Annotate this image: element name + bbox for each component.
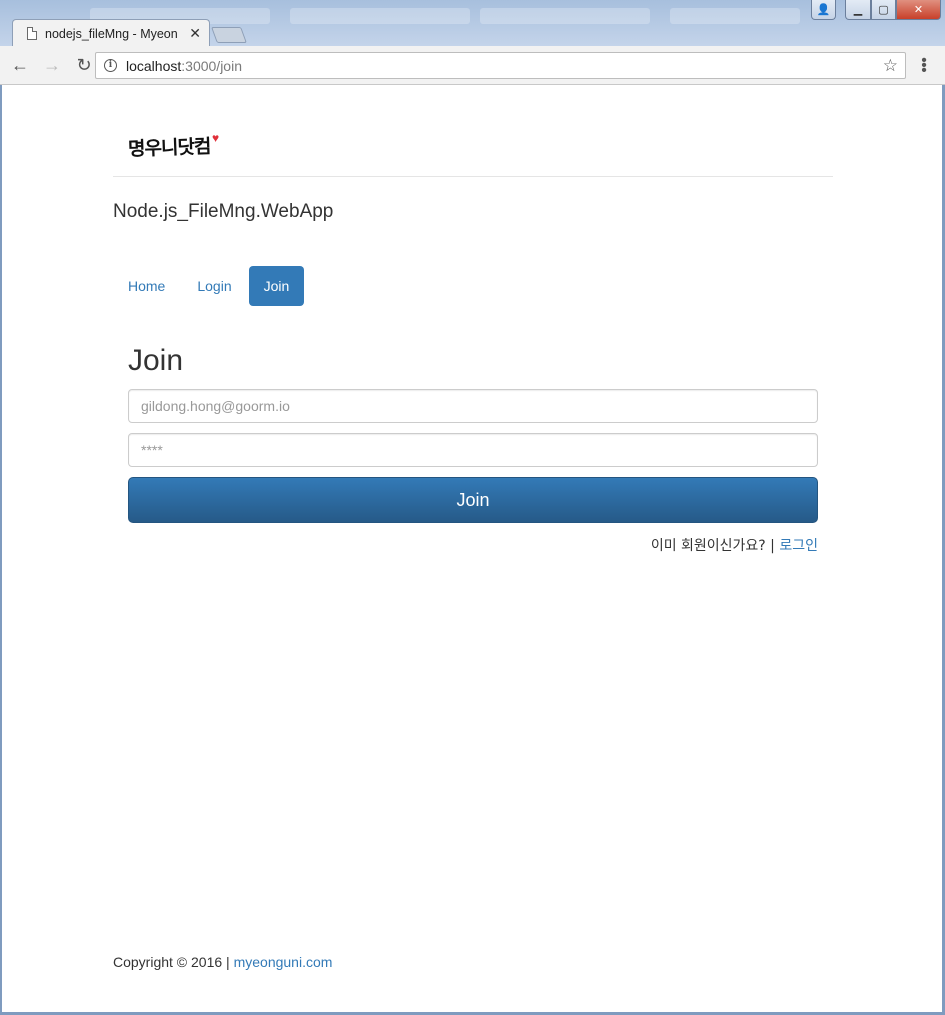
tab-close-icon[interactable]: ✕ bbox=[189, 25, 201, 42]
logo-text: 명우니닷컴 bbox=[127, 135, 211, 161]
page-document-icon bbox=[27, 27, 37, 40]
window-close-button[interactable]: ✕ bbox=[896, 0, 941, 20]
browser-toolbar: ← → ↻ i localhost:3000/join ☆ • • • bbox=[0, 46, 945, 85]
window-frame-left bbox=[0, 85, 2, 1015]
url-host: localhost bbox=[126, 57, 182, 74]
nav-home[interactable]: Home bbox=[113, 266, 180, 306]
back-arrow-icon[interactable]: ← bbox=[6, 51, 34, 79]
email-field[interactable] bbox=[128, 389, 818, 423]
nav-join[interactable]: Join bbox=[248, 266, 305, 306]
background-ghost bbox=[290, 8, 470, 24]
address-bar[interactable]: i localhost:3000/join ☆ bbox=[95, 52, 906, 79]
forward-arrow-icon[interactable]: → bbox=[38, 51, 66, 79]
form-title: Join bbox=[128, 344, 184, 377]
background-ghost bbox=[670, 8, 800, 24]
site-info-icon[interactable]: i bbox=[104, 59, 117, 72]
already-member-line: 이미 회원이신가요? | 로그인 bbox=[651, 535, 818, 555]
main-nav: Home Login Join bbox=[113, 266, 306, 306]
reload-icon[interactable]: ↻ bbox=[70, 51, 98, 79]
minimize-button[interactable]: ▁ bbox=[845, 0, 871, 20]
copyright-text: Copyright © 2016 | bbox=[113, 954, 230, 970]
url-path: :3000/join bbox=[181, 57, 242, 74]
heart-icon: ♥ bbox=[212, 131, 220, 145]
join-button[interactable]: Join bbox=[128, 477, 818, 523]
user-profile-icon[interactable]: 👤 bbox=[811, 0, 836, 20]
password-field[interactable] bbox=[128, 433, 818, 467]
browser-tab[interactable]: nodejs_fileMng - Myeon ✕ bbox=[12, 19, 210, 47]
bookmark-star-icon[interactable]: ☆ bbox=[883, 56, 898, 76]
background-ghost bbox=[480, 8, 650, 24]
nav-login[interactable]: Login bbox=[182, 266, 246, 306]
login-link[interactable]: 로그인 bbox=[779, 538, 818, 554]
already-member-text: 이미 회원이신가요? | bbox=[650, 538, 775, 554]
app-title: Node.js_FileMng.WebApp bbox=[113, 201, 334, 222]
footer-site-link[interactable]: myeonguni.com bbox=[234, 954, 333, 970]
tab-title: nodejs_fileMng - Myeon bbox=[45, 26, 178, 41]
maximize-button[interactable]: ▢ bbox=[871, 0, 896, 20]
new-tab-button[interactable] bbox=[211, 27, 247, 43]
site-logo[interactable]: 명우니닷컴 ♥ bbox=[127, 131, 228, 163]
header-divider bbox=[113, 176, 833, 177]
page-content: 명우니닷컴 ♥ Node.js_FileMng.WebApp Home Logi… bbox=[2, 85, 942, 1012]
browser-titlebar: nodejs_fileMng - Myeon ✕ 👤 ▁ ▢ ✕ bbox=[0, 0, 945, 47]
footer: Copyright © 2016 | myeonguni.com bbox=[113, 954, 332, 970]
browser-menu-icon[interactable]: • • • bbox=[917, 53, 931, 79]
